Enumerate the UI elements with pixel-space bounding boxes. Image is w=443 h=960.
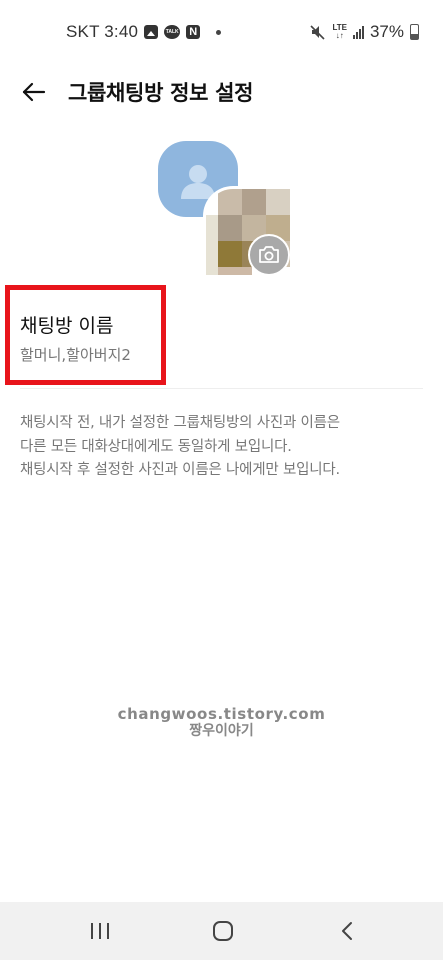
recents-icon <box>91 923 109 939</box>
watermark-name: 짱우이야기 <box>189 723 254 739</box>
camera-button[interactable] <box>248 234 290 276</box>
watermark: changwoos.tistory.com 짱우이야기 <box>0 706 443 740</box>
back-button[interactable] <box>18 76 50 108</box>
lte-icon: LTE ↓↑ <box>332 23 347 40</box>
page-title: 그룹채팅방 정보 설정 <box>68 81 254 105</box>
gallery-icon <box>144 25 159 39</box>
mute-icon <box>310 25 326 40</box>
back-chevron-icon <box>342 922 352 940</box>
notice-line-1: 채팅시작 전, 내가 설정한 그룹채팅방의 사진과 이름은 <box>20 415 340 431</box>
battery-percent: 37% <box>369 22 404 41</box>
highlight-box <box>5 285 166 385</box>
notice-text: 채팅시작 전, 내가 설정한 그룹채팅방의 사진과 이름은 다른 모든 대화상대… <box>20 412 425 483</box>
lte-label: LTE <box>332 23 347 32</box>
notice-line-2: 다른 모든 대화상대에게도 동일하게 보입니다. <box>20 438 292 455</box>
n-icon: N <box>186 25 201 39</box>
status-left: SKT 3:40 TALK N <box>66 22 222 42</box>
talk-icon: TALK <box>164 25 181 39</box>
recents-button[interactable] <box>82 914 118 948</box>
watermark-url: changwoos.tistory.com <box>117 705 326 723</box>
app-bar: 그룹채팅방 정보 설정 <box>0 66 443 116</box>
navigation-bar <box>0 902 443 960</box>
home-icon <box>213 921 233 941</box>
home-button[interactable] <box>205 914 241 948</box>
nav-back-button[interactable] <box>330 914 366 948</box>
signal-icon <box>352 25 364 39</box>
arrow-left-icon <box>22 82 46 102</box>
chatroom-profile-image[interactable] <box>155 141 295 276</box>
status-bar: SKT 3:40 TALK N LTE ↓↑ 37% <box>0 0 443 66</box>
battery-icon <box>410 24 419 40</box>
carrier-time: SKT 3:40 <box>66 22 139 41</box>
notification-dot <box>216 29 222 35</box>
notice-line-3: 채팅시작 후 설정한 사진과 이름은 나에게만 보입니다. <box>20 462 340 478</box>
chatroom-name-section[interactable]: 채팅방 이름 할머니,할아버지2 <box>0 283 443 389</box>
photo-edge <box>206 215 218 275</box>
camera-icon <box>259 246 279 263</box>
photo-strip <box>218 267 252 275</box>
divider <box>20 388 423 389</box>
status-right: LTE ↓↑ 37% <box>309 22 419 42</box>
